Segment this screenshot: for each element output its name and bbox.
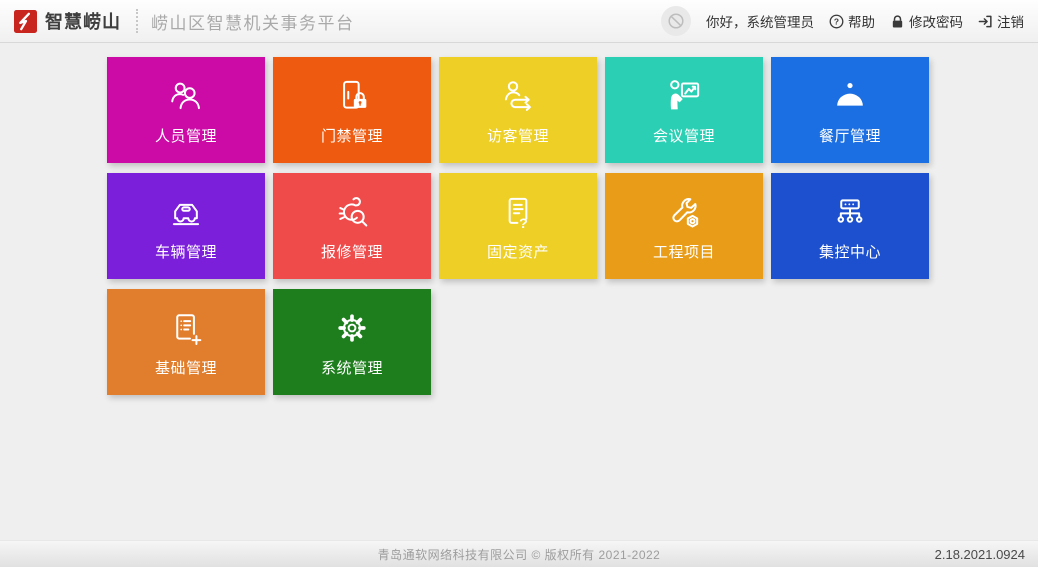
presentation-icon: [664, 76, 704, 116]
header-divider: [136, 9, 138, 33]
module-tile-label: 报修管理: [321, 241, 383, 262]
bug-search-icon: [332, 192, 372, 232]
module-tile-restaurant[interactable]: 餐厅管理: [771, 57, 929, 163]
logout-label: 注销: [997, 11, 1024, 31]
module-tile-label: 餐厅管理: [819, 125, 881, 146]
network-hub-icon: [830, 192, 870, 232]
module-tile-fixed-assets[interactable]: ? 固定资产: [439, 173, 597, 279]
help-label: 帮助: [848, 11, 875, 31]
app-footer: 青岛通软网络科技有限公司 © 版权所有 2021-2022 2.18.2021.…: [0, 540, 1038, 567]
module-tile-label: 基础管理: [155, 357, 217, 378]
module-tile-label: 固定资产: [487, 241, 549, 262]
module-tile-control-center[interactable]: 集控中心: [771, 173, 929, 279]
avatar[interactable]: [661, 6, 691, 36]
document-plus-icon: [166, 308, 206, 348]
module-tile-vehicle[interactable]: 车辆管理: [107, 173, 265, 279]
brand-name: 智慧崂山: [45, 8, 121, 34]
module-tile-label: 会议管理: [653, 125, 715, 146]
brand-logo: 智慧崂山: [14, 8, 121, 34]
lock-icon: [890, 14, 905, 29]
module-tile-label: 工程项目: [653, 241, 715, 262]
gear-icon: [332, 308, 372, 348]
document-question-icon: ?: [498, 192, 538, 232]
car-icon: [166, 192, 206, 232]
brand-swoosh-icon: [14, 10, 37, 33]
header-left: 智慧崂山 崂山区智慧机关事务平台: [14, 8, 355, 34]
module-tile-access-control[interactable]: 门禁管理: [273, 57, 431, 163]
module-tile-label: 访客管理: [487, 125, 549, 146]
module-grid: 人员管理 门禁管理: [107, 57, 933, 395]
visitor-exchange-icon: [498, 76, 538, 116]
door-lock-icon: [332, 76, 372, 116]
user-greeting: 你好，系统管理员: [706, 11, 814, 31]
module-tile-personnel[interactable]: 人员管理: [107, 57, 265, 163]
no-photo-icon: [667, 12, 685, 30]
copyright-text: 青岛通软网络科技有限公司 © 版权所有 2021-2022: [378, 546, 661, 563]
module-tile-label: 人员管理: [155, 125, 217, 146]
svg-text:?: ?: [519, 216, 528, 232]
change-password-label: 修改密码: [909, 11, 963, 31]
module-tile-basic[interactable]: 基础管理: [107, 289, 265, 395]
module-tile-label: 集控中心: [819, 241, 881, 262]
svg-text:?: ?: [834, 16, 839, 26]
module-tile-system[interactable]: 系统管理: [273, 289, 431, 395]
version-number: 2.18.2021.0924: [935, 547, 1025, 562]
module-tile-label: 车辆管理: [155, 241, 217, 262]
module-tile-label: 门禁管理: [321, 125, 383, 146]
change-password-button[interactable]: 修改密码: [890, 11, 963, 31]
module-tile-meeting[interactable]: 会议管理: [605, 57, 763, 163]
module-tile-label: 系统管理: [321, 357, 383, 378]
logout-button[interactable]: 注销: [978, 11, 1024, 31]
people-icon: [166, 76, 206, 116]
main-content: 人员管理 门禁管理: [0, 43, 1038, 395]
app-header: 智慧崂山 崂山区智慧机关事务平台 你好，系统管理员 ? 帮助 修改密码: [0, 0, 1038, 43]
cloche-icon: [830, 76, 870, 116]
help-circle-icon: ?: [829, 14, 844, 29]
module-tile-repair[interactable]: 报修管理: [273, 173, 431, 279]
module-tile-visitor[interactable]: 访客管理: [439, 57, 597, 163]
wrench-nut-icon: [664, 192, 704, 232]
header-right: 你好，系统管理员 ? 帮助 修改密码 注销: [661, 6, 1024, 36]
help-button[interactable]: ? 帮助: [829, 11, 875, 31]
platform-title: 崂山区智慧机关事务平台: [151, 9, 355, 34]
module-tile-project[interactable]: 工程项目: [605, 173, 763, 279]
logout-icon: [978, 14, 993, 29]
